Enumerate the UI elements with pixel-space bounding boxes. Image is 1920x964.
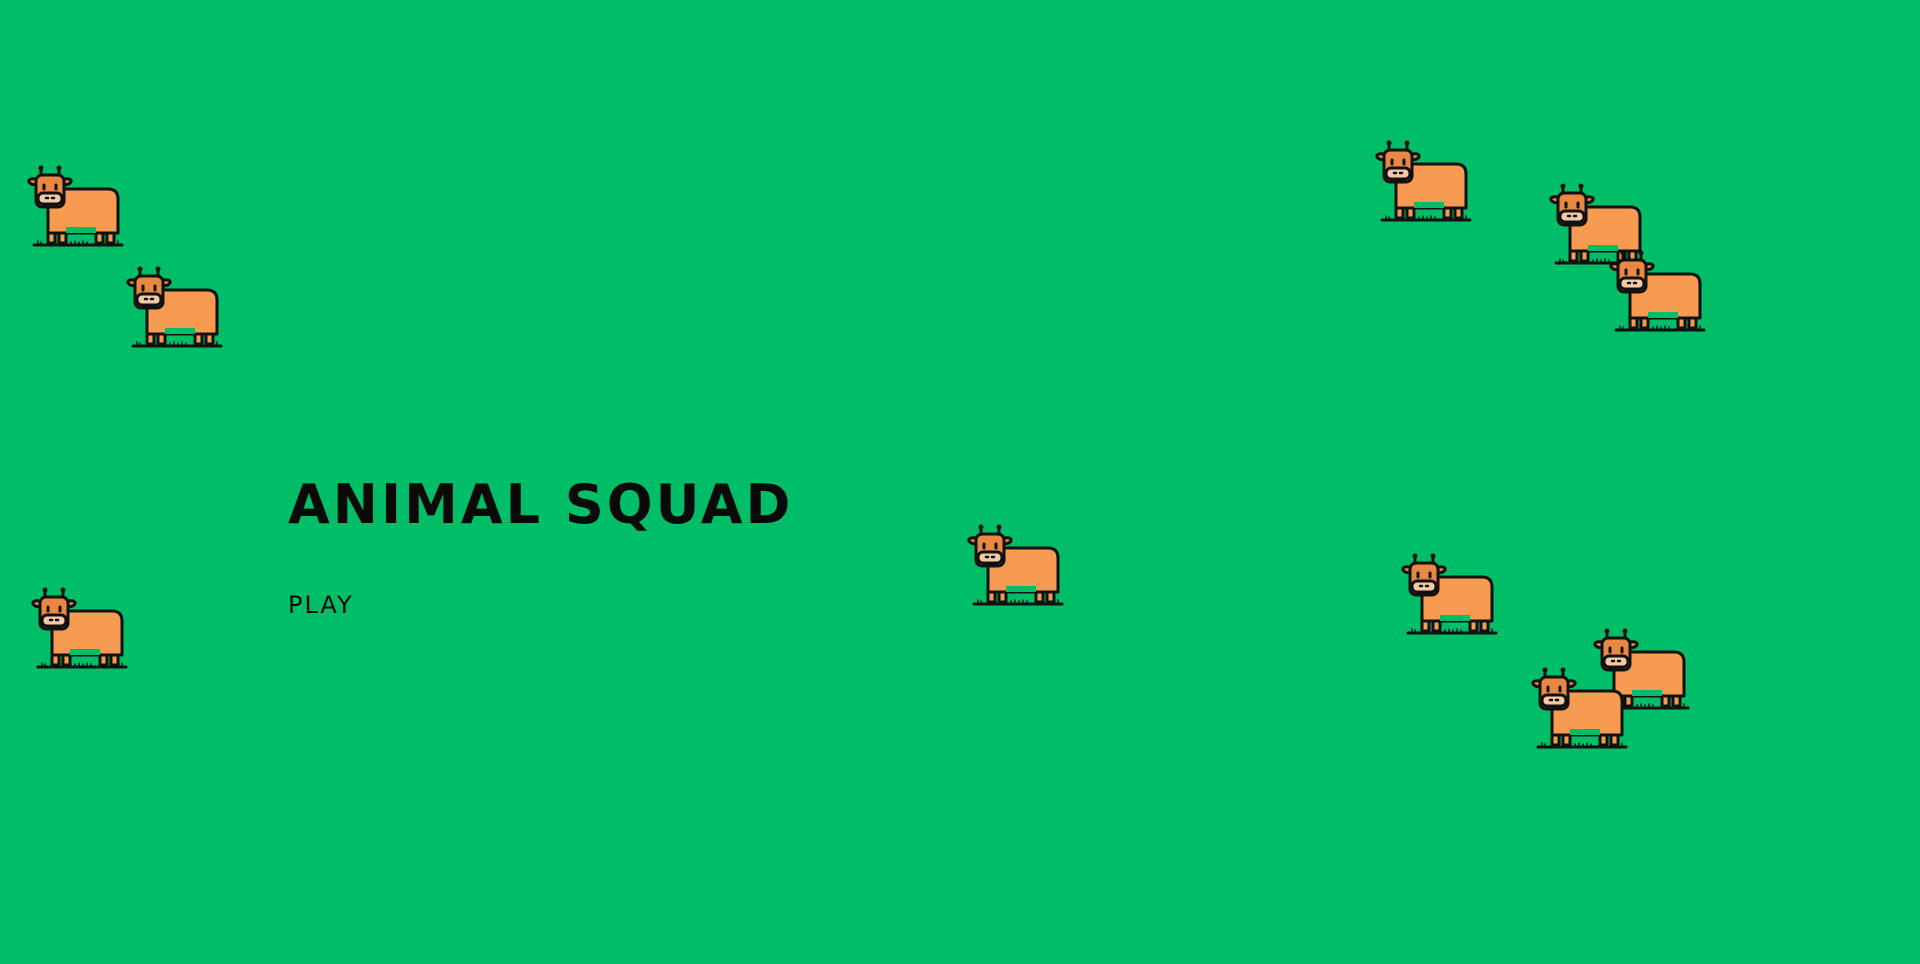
play-button[interactable]: PLAY bbox=[288, 591, 354, 619]
cow-icon[interactable] bbox=[30, 585, 130, 675]
cow-icon[interactable] bbox=[1374, 138, 1474, 228]
cow-icon[interactable] bbox=[1608, 248, 1708, 338]
cow-icon[interactable] bbox=[125, 264, 225, 354]
cow-icon[interactable] bbox=[26, 163, 126, 253]
cow-icon[interactable] bbox=[1400, 551, 1500, 641]
main-menu: ANIMAL SQUAD PLAY bbox=[288, 473, 794, 620]
cow-icon[interactable] bbox=[966, 522, 1066, 612]
cow-icon[interactable] bbox=[1530, 665, 1630, 755]
game-title: ANIMAL SQUAD bbox=[288, 473, 794, 536]
